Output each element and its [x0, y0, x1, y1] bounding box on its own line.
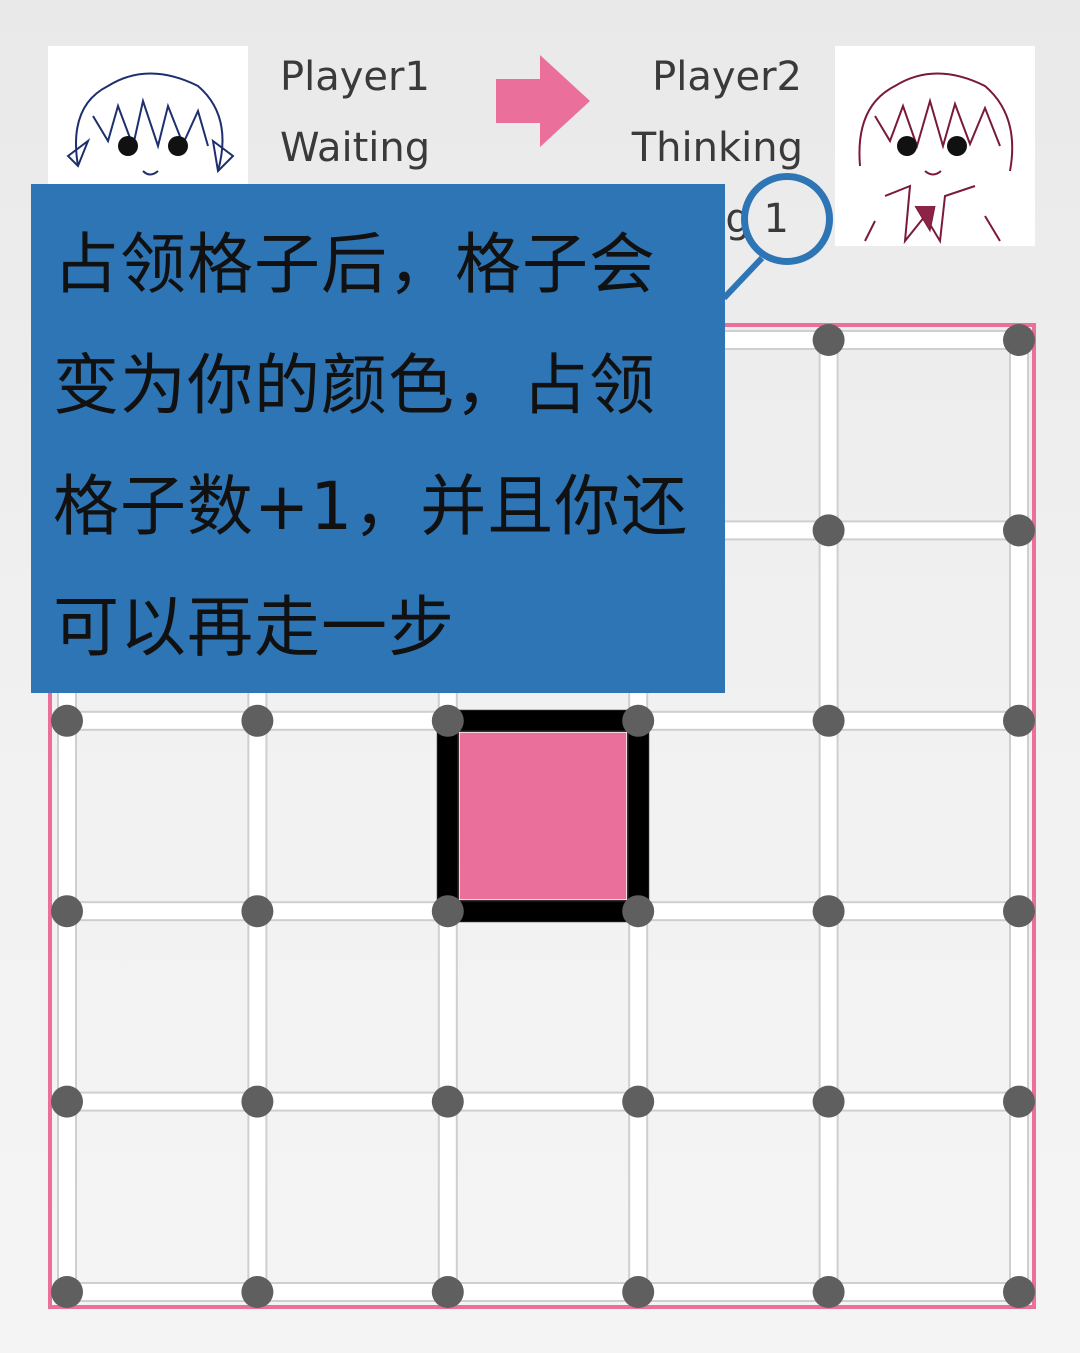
tooltip-line: 格子数+1，并且你还	[53, 468, 689, 545]
tooltip-line: 占领格子后，格子会	[53, 226, 656, 303]
tooltip-line: 可以再走一步	[53, 589, 455, 666]
edge-vertical[interactable]	[57, 1100, 77, 1293]
edge-vertical[interactable]	[1009, 529, 1029, 722]
edge-horizontal[interactable]	[827, 1282, 1020, 1302]
captured-edge	[628, 710, 649, 922]
grid-dot	[1003, 1085, 1035, 1118]
tutorial-tooltip[interactable]: 占领格子后，格子会 变为你的颜色，占领 格子数+1，并且你还 可以再走一步	[31, 184, 725, 693]
edge-horizontal[interactable]	[256, 901, 449, 922]
grid-dot	[622, 704, 655, 737]
edge-vertical[interactable]	[247, 1100, 268, 1293]
edge-horizontal[interactable]	[66, 1091, 259, 1112]
edge-horizontal[interactable]	[256, 1091, 449, 1112]
grid-dot	[812, 1276, 845, 1308]
edge-vertical[interactable]	[437, 910, 458, 1103]
captured-edge	[437, 901, 649, 922]
edge-horizontal[interactable]	[827, 330, 1020, 350]
edge-horizontal[interactable]	[66, 901, 259, 922]
edge-horizontal[interactable]	[66, 710, 259, 731]
edge-horizontal[interactable]	[66, 1282, 259, 1302]
edge-vertical[interactable]	[1009, 719, 1029, 913]
grid-dot	[241, 704, 274, 737]
grid-dot	[812, 514, 845, 547]
grid-dot	[51, 895, 83, 928]
edge-vertical[interactable]	[1009, 339, 1029, 532]
captured-edge	[437, 710, 649, 731]
edge-vertical[interactable]	[818, 910, 839, 1103]
edge-horizontal[interactable]	[637, 901, 830, 922]
grid-dot	[241, 1276, 274, 1308]
grid-dot	[1003, 704, 1035, 737]
grid-dot	[1003, 324, 1035, 356]
captured-edge	[437, 710, 458, 922]
edge-vertical[interactable]	[57, 719, 77, 913]
edge-horizontal[interactable]	[827, 710, 1020, 731]
edge-horizontal[interactable]	[827, 520, 1020, 541]
edge-horizontal[interactable]	[256, 710, 449, 731]
grid-dot	[241, 895, 274, 928]
edge-vertical[interactable]	[818, 529, 839, 722]
edge-horizontal[interactable]	[637, 710, 830, 731]
edge-horizontal[interactable]	[446, 1282, 640, 1302]
grid-dot	[431, 1085, 464, 1118]
edge-vertical[interactable]	[247, 719, 268, 913]
edge-vertical[interactable]	[818, 1100, 839, 1293]
grid-dot	[241, 1085, 274, 1118]
edge-vertical[interactable]	[57, 910, 77, 1103]
edge-horizontal[interactable]	[446, 1091, 640, 1112]
grid-dot	[431, 895, 464, 928]
edge-vertical[interactable]	[818, 719, 839, 913]
edge-horizontal[interactable]	[637, 1091, 830, 1112]
edge-vertical[interactable]	[437, 1100, 458, 1293]
grid-dot	[812, 324, 845, 356]
grid-dot	[622, 895, 655, 928]
grid-dot	[1003, 1276, 1035, 1308]
captured-cell	[459, 732, 627, 900]
edge-horizontal[interactable]	[827, 901, 1020, 922]
grid-dot	[431, 704, 464, 737]
edge-horizontal[interactable]	[256, 1282, 449, 1302]
grid-dot	[622, 1276, 655, 1308]
edge-vertical[interactable]	[1009, 1100, 1029, 1293]
grid-dot	[51, 704, 83, 737]
edge-horizontal[interactable]	[827, 1091, 1020, 1112]
grid-dot	[812, 704, 845, 737]
grid-dot	[51, 1276, 83, 1308]
edge-vertical[interactable]	[247, 910, 268, 1103]
grid-dot	[51, 1085, 83, 1118]
grid-dot	[1003, 895, 1035, 928]
edge-vertical[interactable]	[1009, 910, 1029, 1103]
tooltip-line: 变为你的颜色，占领	[53, 347, 656, 424]
highlight-ring	[741, 173, 833, 265]
grid-dot	[1003, 514, 1035, 547]
edge-vertical[interactable]	[628, 1100, 649, 1293]
edge-vertical[interactable]	[818, 339, 839, 532]
grid-dot	[431, 1276, 464, 1308]
edge-vertical[interactable]	[628, 910, 649, 1103]
grid-dot	[622, 1085, 655, 1118]
grid-dot	[812, 1085, 845, 1118]
edge-horizontal[interactable]	[637, 1282, 830, 1302]
grid-dot	[812, 895, 845, 928]
